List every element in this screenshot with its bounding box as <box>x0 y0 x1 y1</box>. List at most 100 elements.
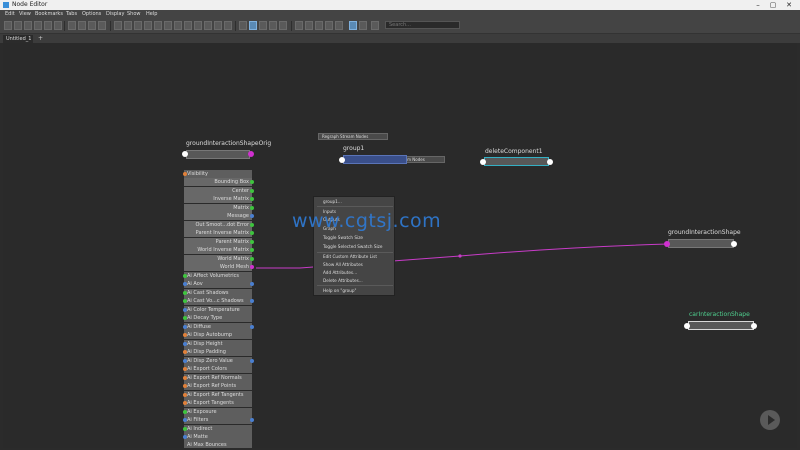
attribute-row[interactable]: Out Smoot...dot Error <box>184 221 252 229</box>
input-port[interactable] <box>480 159 486 165</box>
port-dot[interactable] <box>250 282 254 286</box>
regraph-stream-nodes-button[interactable]: Regraph Stream Nodes <box>318 133 388 140</box>
port-dot[interactable] <box>250 214 254 218</box>
attribute-row[interactable]: Parent Inverse Matrix <box>184 229 252 237</box>
attribute-row[interactable]: Ai Export Ref Normals <box>184 374 252 382</box>
attribute-row[interactable]: Ai Disp Zero Value <box>184 357 252 365</box>
port-dot[interactable] <box>250 197 254 201</box>
menu-item-edit-custom-attr[interactable]: Edit Custom Attribute List <box>323 254 377 259</box>
play-icon[interactable] <box>760 410 780 430</box>
menu-item-help[interactable]: Help on "group" <box>323 288 356 293</box>
menu-item-toggle-selected-swatch[interactable]: Toggle Selected Swatch Size <box>323 244 382 249</box>
attribute-row[interactable]: Ai Export Ref Points <box>184 382 252 390</box>
menu-separator <box>317 285 393 286</box>
port-dot[interactable] <box>250 257 254 261</box>
port-dot[interactable] <box>183 291 187 295</box>
node-title-car-shape: carInteractionShape <box>689 311 750 318</box>
node-group1[interactable] <box>343 155 407 164</box>
attribute-row[interactable]: Ai Indirect <box>184 425 252 433</box>
attribute-row[interactable]: World Matrix <box>184 255 252 263</box>
attribute-row[interactable]: Ai Export Colors <box>184 365 252 373</box>
port-dot[interactable] <box>183 401 187 405</box>
port-dot[interactable] <box>183 367 187 371</box>
attribute-row[interactable]: Ai Matte <box>184 433 252 441</box>
output-port[interactable] <box>731 241 737 247</box>
port-dot[interactable] <box>183 393 187 397</box>
port-dot[interactable] <box>250 265 254 269</box>
port-dot[interactable] <box>183 274 187 278</box>
input-port[interactable] <box>182 151 188 157</box>
attribute-row[interactable]: Ai Disp Height <box>184 340 252 348</box>
port-dot[interactable] <box>250 240 254 244</box>
attribute-row[interactable]: Ai Max Bounces <box>184 441 252 448</box>
port-dot[interactable] <box>250 248 254 252</box>
port-dot[interactable] <box>250 418 254 422</box>
menu-item-toggle-swatch[interactable]: Toggle Swatch Size <box>323 235 363 240</box>
attribute-row[interactable]: Visibility <box>184 170 252 178</box>
attribute-row[interactable]: World Inverse Matrix <box>184 246 252 254</box>
input-port[interactable] <box>664 241 670 247</box>
port-dot[interactable] <box>250 180 254 184</box>
menu-item-delete-attr[interactable]: Delete Attributes... <box>323 278 363 283</box>
node-delete-component[interactable] <box>484 157 549 166</box>
port-dot[interactable] <box>183 418 187 422</box>
menu-separator <box>317 252 393 253</box>
port-dot[interactable] <box>250 206 254 210</box>
attribute-row[interactable]: Ai Aov <box>184 280 252 288</box>
port-dot[interactable] <box>183 384 187 388</box>
port-dot[interactable] <box>183 435 187 439</box>
port-dot[interactable] <box>250 359 254 363</box>
input-port[interactable] <box>339 157 345 163</box>
port-dot[interactable] <box>183 299 187 303</box>
menu-item-show-all-attr[interactable]: Show All Attributes <box>323 262 363 267</box>
attribute-row[interactable]: Ai Exposure <box>184 408 252 416</box>
attribute-row[interactable]: Inverse Matrix <box>184 195 252 203</box>
attribute-row[interactable]: Ai Export Ref Tangents <box>184 391 252 399</box>
port-dot[interactable] <box>250 189 254 193</box>
port-dot[interactable] <box>250 325 254 329</box>
attribute-row[interactable]: World Mesh <box>184 263 252 271</box>
attribute-row[interactable]: Matrix <box>184 204 252 212</box>
attribute-row[interactable]: Ai Cast Vo...c Shadows <box>184 297 252 305</box>
port-dot[interactable] <box>183 333 187 337</box>
port-dot[interactable] <box>183 410 187 414</box>
attribute-row[interactable]: Message <box>184 212 252 220</box>
attribute-row[interactable]: Parent Matrix <box>184 238 252 246</box>
port-dot[interactable] <box>183 172 187 176</box>
attribute-row[interactable]: Ai Color Temperature <box>184 306 252 314</box>
port-dot[interactable] <box>183 308 187 312</box>
attribute-row[interactable]: Ai Export Tangents <box>184 399 252 407</box>
menu-item-add-attr[interactable]: Add Attributes... <box>323 270 357 275</box>
node-ground-shape[interactable] <box>668 239 734 248</box>
attribute-row[interactable]: Ai Diffuse <box>184 323 252 331</box>
attribute-row[interactable]: Ai Filters <box>184 416 252 424</box>
output-port[interactable] <box>547 159 553 165</box>
port-dot[interactable] <box>250 223 254 227</box>
node-ground-orig[interactable] <box>186 150 250 159</box>
port-dot[interactable] <box>183 359 187 363</box>
attribute-row[interactable]: Ai Disp Padding <box>184 348 252 356</box>
context-menu-header[interactable]: group1... <box>323 199 342 204</box>
port-dot[interactable] <box>183 427 187 431</box>
port-dot[interactable] <box>183 282 187 286</box>
node-car-shape[interactable] <box>688 321 754 330</box>
port-dot[interactable] <box>250 299 254 303</box>
port-dot[interactable] <box>183 325 187 329</box>
wire-midpoint <box>458 254 462 258</box>
menu-separator <box>317 206 393 207</box>
attribute-row[interactable]: Center <box>184 187 252 195</box>
port-dot[interactable] <box>250 231 254 235</box>
attribute-row[interactable]: Bounding Box <box>184 178 252 186</box>
node-title-group1: group1 <box>343 145 365 152</box>
port-dot[interactable] <box>183 316 187 320</box>
output-port[interactable] <box>248 151 254 157</box>
input-port[interactable] <box>684 323 690 329</box>
output-port[interactable] <box>751 323 757 329</box>
attribute-row[interactable]: Ai Cast Shadows <box>184 289 252 297</box>
attribute-row[interactable]: Ai Affect Volumetrics <box>184 272 252 280</box>
attribute-row[interactable]: Ai Disp Autobump <box>184 331 252 339</box>
port-dot[interactable] <box>183 376 187 380</box>
port-dot[interactable] <box>183 342 187 346</box>
attribute-row[interactable]: Ai Decay Type <box>184 314 252 322</box>
port-dot[interactable] <box>183 350 187 354</box>
